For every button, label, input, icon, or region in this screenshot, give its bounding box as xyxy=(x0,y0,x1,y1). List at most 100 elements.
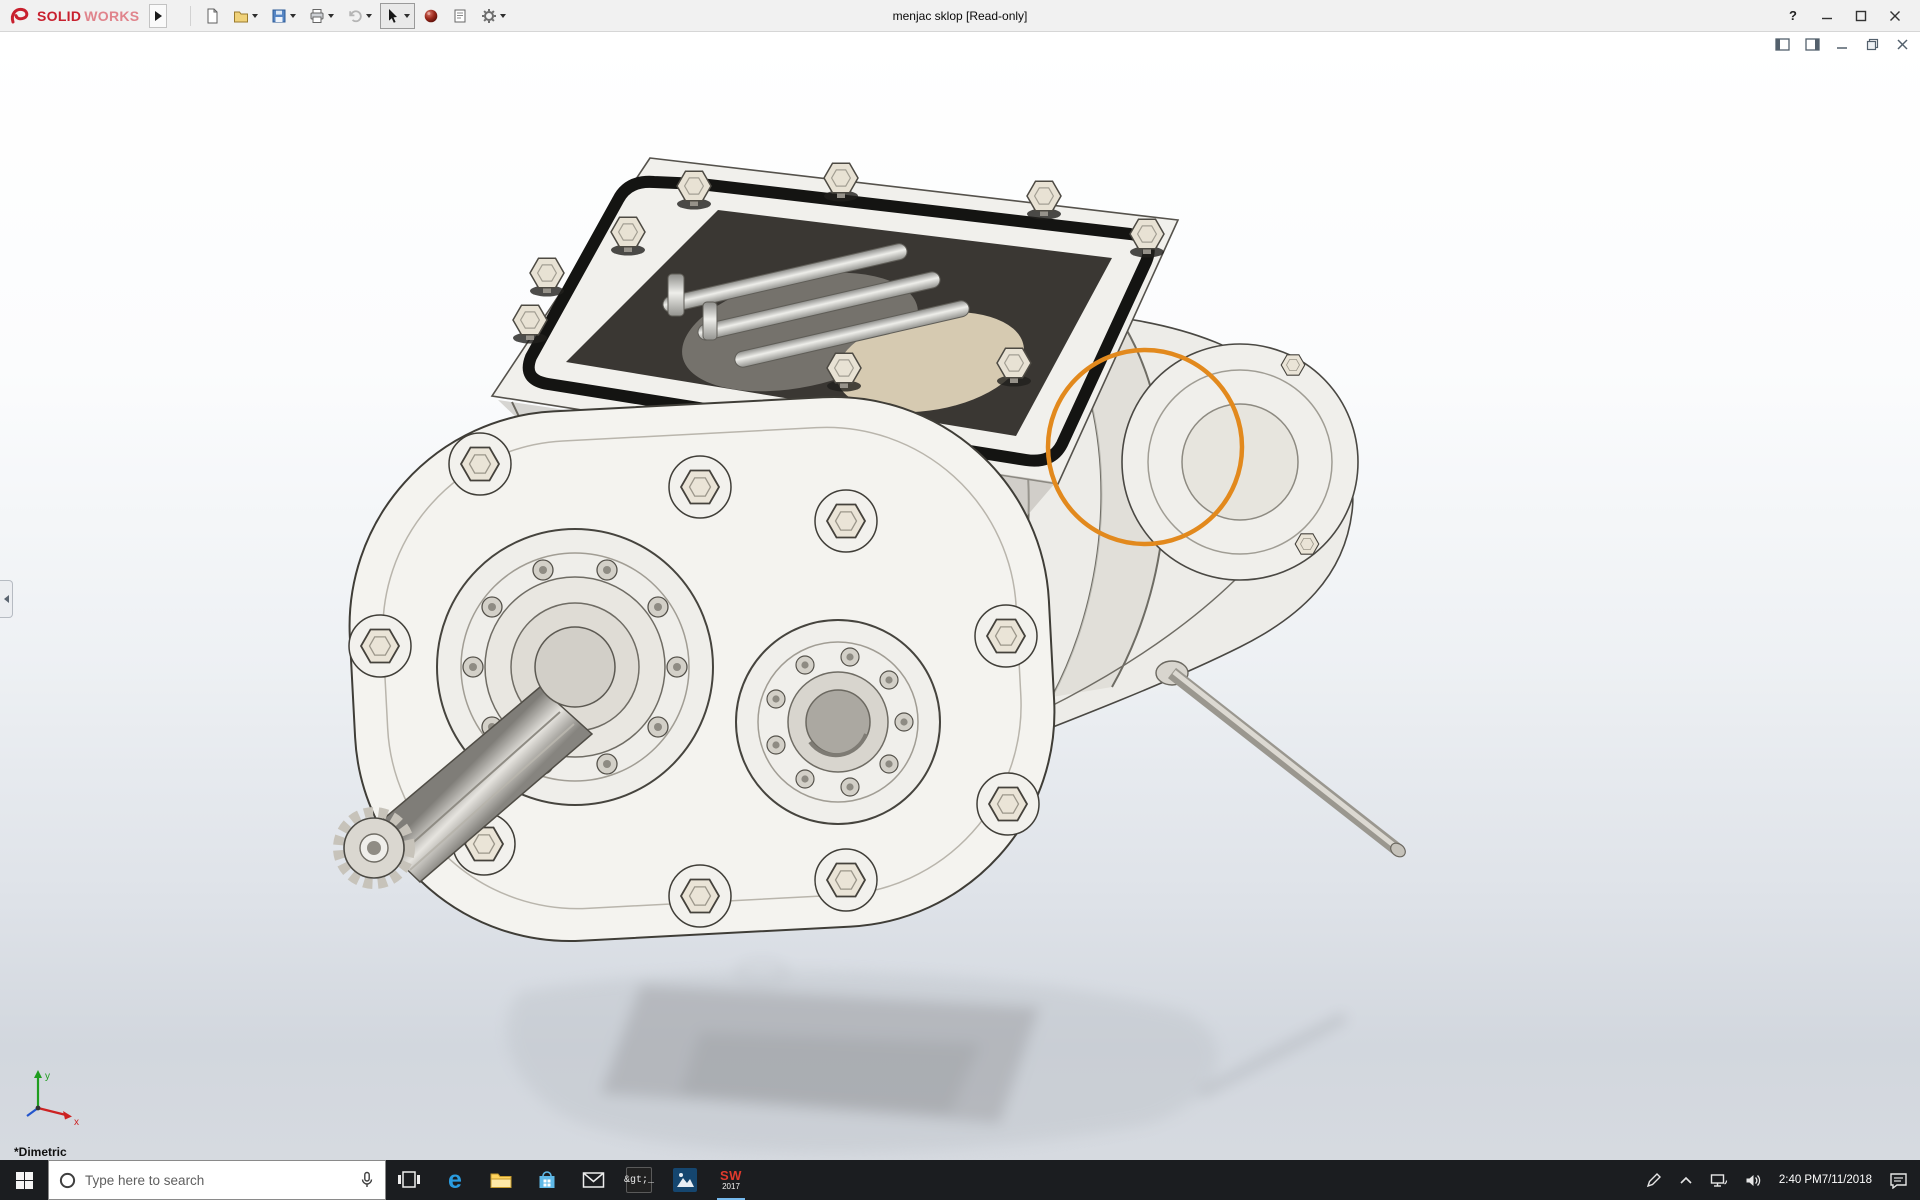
doc-minimize-button[interactable] xyxy=(1832,35,1852,53)
view-orientation-label: *Dimetric xyxy=(14,1145,67,1159)
properties-button[interactable] xyxy=(447,3,473,29)
options-button[interactable] xyxy=(476,3,511,29)
solidworks-window: SOLIDWORKS xyxy=(0,0,1920,1200)
maximize-icon xyxy=(1855,10,1867,22)
quick-toolbar xyxy=(185,3,511,29)
select-tool-button[interactable] xyxy=(380,3,415,29)
edge-button[interactable]: e xyxy=(432,1160,478,1200)
document-window-controls xyxy=(1772,35,1912,53)
action-center-button[interactable] xyxy=(1887,1172,1910,1189)
window-controls: ? xyxy=(1780,4,1920,28)
graphics-viewport[interactable]: y x *Dimetric xyxy=(0,32,1920,1160)
close-button[interactable] xyxy=(1882,4,1908,28)
file-explorer-icon xyxy=(489,1170,513,1190)
doc-minimize-icon xyxy=(1836,38,1849,51)
solidworks-2017-icon: SW 2017 xyxy=(718,1167,744,1193)
solidworks-mark: SW xyxy=(720,1169,742,1182)
flyout-arrow-icon xyxy=(155,11,162,21)
brand-text-works: WORKS xyxy=(84,8,139,24)
resources-sphere-icon xyxy=(423,8,439,24)
taskbar-search[interactable] xyxy=(48,1160,386,1200)
print-button[interactable] xyxy=(304,3,339,29)
pane-right-icon xyxy=(1805,38,1820,51)
volume-button[interactable] xyxy=(1743,1173,1764,1188)
cortana-icon xyxy=(59,1172,76,1189)
print-icon xyxy=(309,8,325,24)
pane-toggle-right-button[interactable] xyxy=(1802,35,1822,53)
new-document-button[interactable] xyxy=(199,3,225,29)
action-center-icon xyxy=(1889,1172,1908,1189)
output-bearing-boss xyxy=(736,620,940,824)
select-dropdown-caret[interactable] xyxy=(404,14,410,18)
properties-sheet-icon xyxy=(452,8,468,24)
photos-button[interactable] xyxy=(662,1160,708,1200)
open-dropdown-caret[interactable] xyxy=(252,14,258,18)
pane-left-icon xyxy=(1775,38,1790,51)
save-icon xyxy=(271,8,287,24)
help-icon: ? xyxy=(1789,8,1797,23)
mail-button[interactable] xyxy=(570,1160,616,1200)
taskbar-clock[interactable]: 2:40 PM 7/11/2018 xyxy=(1777,1173,1874,1187)
menu-flyout-button[interactable] xyxy=(149,4,167,28)
hidden-icons-button[interactable] xyxy=(1677,1175,1695,1185)
triad-x-label: x xyxy=(74,1117,79,1126)
doc-restore-icon xyxy=(1866,38,1879,51)
pen-icon xyxy=(1646,1172,1662,1188)
new-document-icon xyxy=(204,8,220,24)
pane-toggle-left-button[interactable] xyxy=(1772,35,1792,53)
options-dropdown-caret[interactable] xyxy=(500,14,506,18)
mail-icon xyxy=(582,1171,605,1189)
maximize-button[interactable] xyxy=(1848,4,1874,28)
undo-button[interactable] xyxy=(342,3,377,29)
photos-icon xyxy=(672,1167,698,1193)
edge-icon: e xyxy=(448,1168,462,1193)
expand-pane-arrow-icon xyxy=(4,595,9,603)
undo-dropdown-caret[interactable] xyxy=(366,14,372,18)
orientation-triad: y x xyxy=(20,1064,86,1126)
volume-icon xyxy=(1745,1173,1762,1188)
command-prompt-icon: &gt;_ xyxy=(626,1167,652,1193)
store-icon xyxy=(536,1169,558,1191)
brand-text-solid: SOLID xyxy=(37,8,81,24)
start-button[interactable] xyxy=(0,1160,48,1200)
titlebar: SOLIDWORKS xyxy=(0,0,1920,32)
featuremanager-collapsed-tab[interactable] xyxy=(0,580,13,618)
open-button[interactable] xyxy=(228,3,263,29)
minimize-icon xyxy=(1821,10,1833,22)
store-button[interactable] xyxy=(524,1160,570,1200)
network-button[interactable] xyxy=(1708,1173,1730,1188)
chevron-up-icon xyxy=(1679,1175,1693,1185)
select-cursor-icon xyxy=(385,8,401,24)
ds-logo-icon xyxy=(8,6,34,26)
resources-button[interactable] xyxy=(418,3,444,29)
model-viewport[interactable] xyxy=(0,32,1920,1160)
search-input[interactable] xyxy=(85,1173,350,1188)
windows-ink-button[interactable] xyxy=(1644,1172,1664,1188)
clock-date: 7/11/2018 xyxy=(1822,1173,1872,1187)
solidworks-2017-button[interactable]: SW 2017 xyxy=(708,1160,754,1200)
undo-icon xyxy=(347,8,363,24)
save-dropdown-caret[interactable] xyxy=(290,14,296,18)
print-dropdown-caret[interactable] xyxy=(328,14,334,18)
task-view-button[interactable] xyxy=(386,1160,432,1200)
solidworks-year: 2017 xyxy=(722,1183,740,1191)
document-title: menjac sklop [Read-only] xyxy=(893,9,1028,23)
close-icon xyxy=(1889,10,1901,22)
minimize-button[interactable] xyxy=(1814,4,1840,28)
help-button[interactable]: ? xyxy=(1780,4,1806,28)
network-icon xyxy=(1710,1173,1728,1188)
solidworks-logo: SOLIDWORKS xyxy=(0,6,145,26)
microphone-icon[interactable] xyxy=(359,1171,375,1189)
command-prompt-button[interactable]: &gt;_ xyxy=(616,1160,662,1200)
gear-icon xyxy=(481,8,497,24)
task-view-icon xyxy=(397,1169,421,1191)
file-explorer-button[interactable] xyxy=(478,1160,524,1200)
open-folder-icon xyxy=(233,8,249,24)
save-button[interactable] xyxy=(266,3,301,29)
system-tray: 2:40 PM 7/11/2018 xyxy=(1644,1160,1920,1200)
model-reflection xyxy=(507,962,1345,1153)
doc-close-button[interactable] xyxy=(1892,35,1912,53)
toolbar-separator xyxy=(190,6,191,26)
doc-restore-button[interactable] xyxy=(1862,35,1882,53)
clock-time: 2:40 PM xyxy=(1779,1173,1822,1187)
